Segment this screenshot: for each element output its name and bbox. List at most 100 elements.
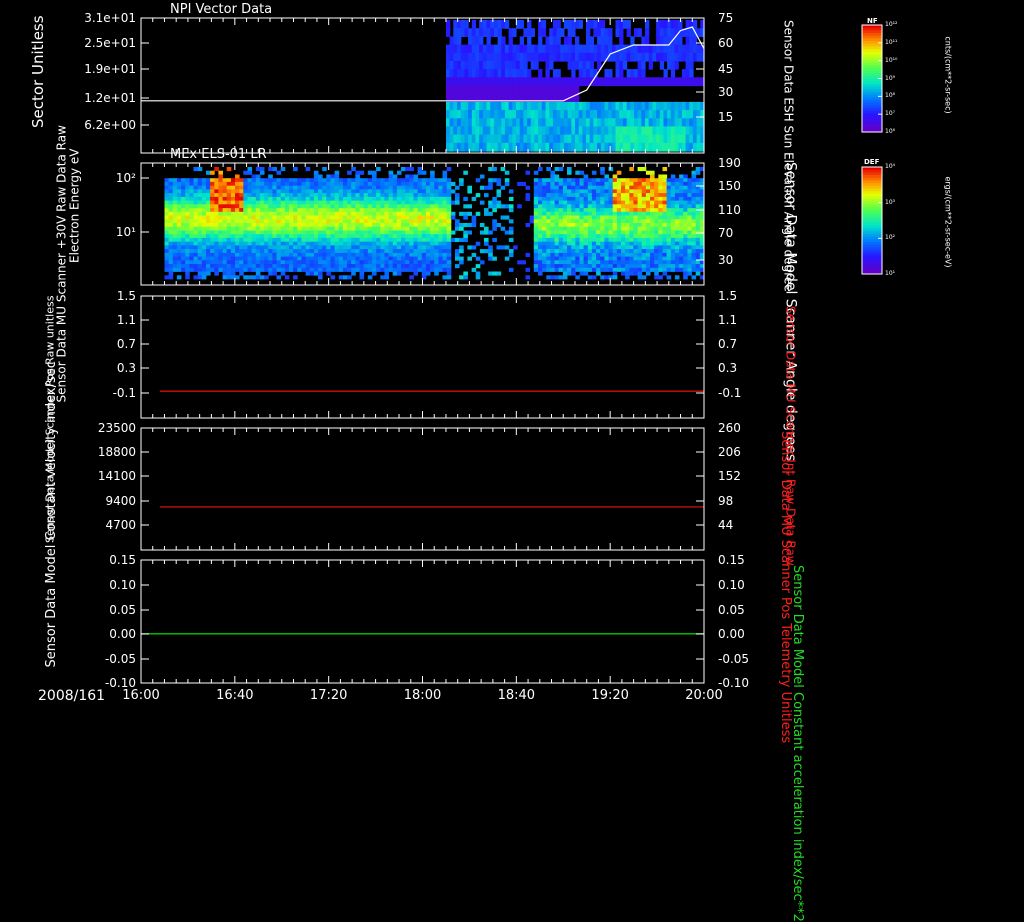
- heatmap-cell: [654, 223, 659, 228]
- heatmap-cell: [616, 181, 622, 186]
- heatmap-cell: [164, 275, 170, 280]
- heatmap-cell: [230, 181, 236, 186]
- heatmap-cell: [468, 52, 473, 62]
- heatmap-cell: [222, 211, 228, 216]
- heatmap-cell: [629, 189, 634, 194]
- panel1-ytick: 1.9e+01: [84, 62, 136, 76]
- heatmap-cell: [363, 219, 369, 224]
- heatmap-cell: [164, 241, 170, 246]
- heatmap-cell: [685, 69, 690, 78]
- heatmap-cell: [679, 178, 684, 183]
- heatmap-cell: [525, 193, 531, 198]
- heatmap-cell: [666, 264, 672, 269]
- heatmap-cell: [421, 252, 427, 257]
- heatmap-cell: [629, 185, 634, 190]
- heatmap-cell: [235, 264, 240, 269]
- heatmap-cell: [512, 101, 517, 111]
- heatmap-cell: [176, 249, 182, 254]
- heatmap-cell: [496, 189, 502, 194]
- heatmap-cell: [313, 219, 319, 224]
- heatmap-cell: [508, 267, 514, 272]
- heatmap-cell: [446, 241, 452, 246]
- heatmap-cell: [313, 264, 319, 269]
- heatmap-cell: [297, 215, 302, 220]
- heatmap-cell: [259, 196, 265, 201]
- heatmap-cell: [666, 193, 672, 198]
- heatmap-cell: [571, 237, 576, 242]
- heatmap-cell: [604, 249, 609, 254]
- heatmap-cell: [560, 118, 565, 128]
- heatmap-cell: [615, 101, 620, 111]
- heatmap-cell: [176, 256, 182, 261]
- heatmap-cell: [297, 200, 302, 205]
- heatmap-cell: [264, 237, 269, 242]
- heatmap-cell: [272, 226, 277, 231]
- heatmap-cell: [264, 275, 269, 280]
- heatmap-cell: [318, 215, 323, 220]
- heatmap-cell: [301, 264, 306, 269]
- heatmap-cell: [442, 185, 448, 190]
- heatmap-cell: [442, 219, 448, 224]
- heatmap-cell: [687, 189, 692, 194]
- heatmap-cell: [413, 211, 419, 216]
- heatmap-cell: [255, 264, 261, 269]
- heatmap-cell: [380, 215, 385, 220]
- heatmap-cell: [442, 208, 448, 213]
- heatmap-cell: [193, 249, 199, 254]
- heatmap-cell: [591, 237, 597, 242]
- heatmap-cell: [567, 200, 572, 205]
- heatmap-cell: [596, 196, 601, 201]
- heatmap-cell: [434, 264, 439, 269]
- heatmap-cell: [309, 271, 315, 276]
- heatmap-cell: [363, 234, 369, 239]
- heatmap-cell: [587, 260, 593, 265]
- heatmap-cell: [604, 200, 609, 205]
- heatmap-cell: [612, 174, 618, 179]
- heatmap-cell: [567, 230, 572, 235]
- heatmap-cell: [409, 234, 414, 239]
- heatmap-cell: [264, 234, 269, 239]
- heatmap-cell: [621, 234, 626, 239]
- heatmap-cell: [538, 260, 543, 265]
- heatmap-cell: [218, 226, 223, 231]
- heatmap-cell: [492, 219, 497, 224]
- heatmap-cell: [359, 178, 365, 183]
- heatmap-cell: [218, 174, 223, 179]
- heatmap-cell: [342, 185, 348, 190]
- heatmap-cell: [442, 237, 448, 242]
- heatmap-cell: [486, 134, 491, 144]
- heatmap-cell: [430, 230, 435, 235]
- heatmap-cell: [549, 60, 554, 70]
- heatmap-cell: [318, 234, 323, 239]
- heatmap-cell: [658, 267, 663, 272]
- heatmap-cell: [376, 208, 381, 213]
- heatmap-cell: [589, 69, 594, 78]
- heatmap-cell: [670, 189, 676, 194]
- heatmap-cell: [434, 196, 439, 201]
- heatmap-cell: [297, 267, 302, 272]
- heatmap-cell: [338, 245, 344, 250]
- heatmap-cell: [468, 110, 473, 119]
- heatmap-cell: [641, 230, 647, 235]
- heatmap-cell: [587, 178, 593, 183]
- heatmap-cell: [612, 275, 618, 280]
- heatmap-cell: [334, 178, 340, 183]
- heatmap-cell: [589, 36, 594, 46]
- heatmap-cell: [247, 226, 253, 231]
- heatmap-cell: [413, 215, 419, 220]
- heatmap-cell: [293, 200, 298, 205]
- heatmap-cell: [662, 181, 668, 186]
- heatmap-cell: [674, 230, 680, 235]
- heatmap-cell: [691, 252, 697, 257]
- heatmap-cell: [214, 237, 219, 242]
- heatmap-cell: [504, 110, 510, 119]
- heatmap-cell: [442, 252, 448, 257]
- heatmap-cell: [185, 189, 190, 194]
- heatmap-cell: [658, 208, 663, 213]
- heatmap-cell: [380, 204, 385, 209]
- heatmap-cell: [380, 178, 385, 183]
- heatmap-cell: [468, 60, 473, 70]
- heatmap-cell: [176, 178, 182, 183]
- heatmap-cell: [625, 219, 630, 224]
- heatmap-cell: [538, 196, 543, 201]
